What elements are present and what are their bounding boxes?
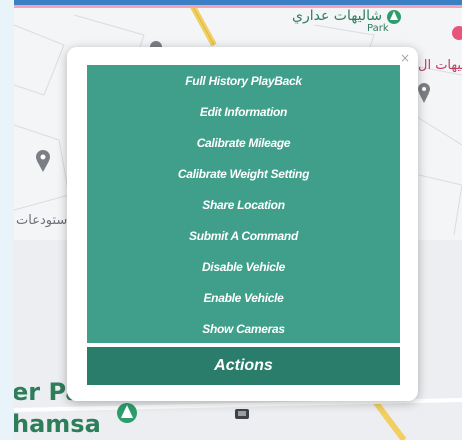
close-icon[interactable]: ×: [400, 51, 410, 65]
park-pin-icon: [117, 403, 137, 423]
menu-item-full-history-playback[interactable]: Full History PlayBack: [87, 71, 400, 91]
menu-item-edit-information[interactable]: Edit Information: [87, 102, 400, 122]
menu-item-share-location[interactable]: Share Location: [87, 195, 400, 215]
menu-item-calibrate-weight-setting[interactable]: Calibrate Weight Setting: [87, 164, 400, 184]
park-pin-icon: [387, 10, 401, 24]
menu-item-disable-vehicle[interactable]: Disable Vehicle: [87, 257, 400, 277]
left-frame: [0, 0, 14, 440]
map-label-warehouses: ستودعات: [16, 213, 68, 228]
menu-item-submit-command[interactable]: Submit A Command: [87, 226, 400, 246]
map-label-khamsa: hamsa: [14, 410, 101, 438]
menu-item-enable-vehicle[interactable]: Enable Vehicle: [87, 288, 400, 308]
map-label-chalet: شاليهات عداري: [292, 8, 383, 24]
actions-button[interactable]: Actions: [87, 347, 400, 385]
actions-menu: Full History PlayBack Edit Information C…: [87, 65, 400, 343]
vehicle-marker-icon[interactable]: [235, 409, 249, 419]
vehicle-popup: × Full History PlayBack Edit Information…: [67, 47, 418, 401]
menu-item-calibrate-mileage[interactable]: Calibrate Mileage: [87, 133, 400, 153]
map-label-chalet-right: شاليهات ال: [418, 58, 462, 73]
menu-item-show-cameras[interactable]: Show Cameras: [87, 319, 400, 339]
map-label-park-small: Park: [367, 23, 389, 34]
